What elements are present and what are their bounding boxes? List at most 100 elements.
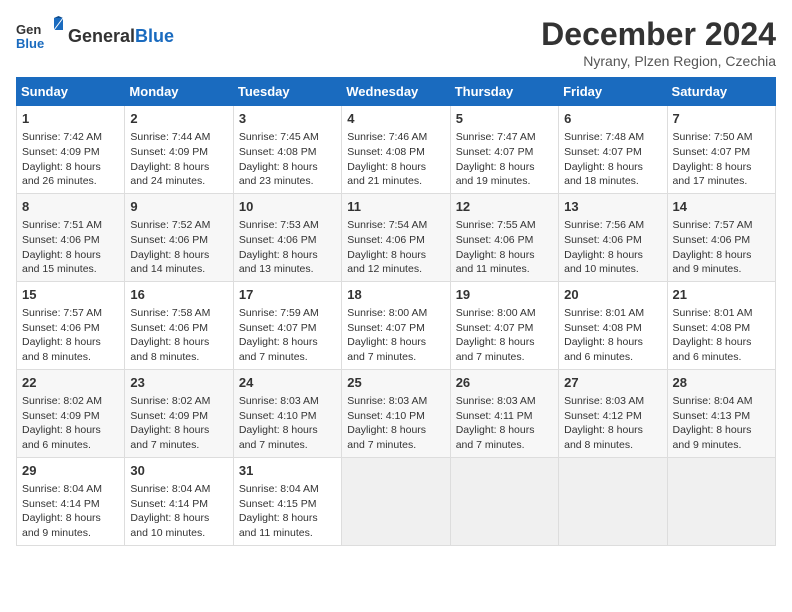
weekday-header: Monday: [125, 78, 233, 106]
calendar-day-cell: 17 Sunrise: 7:59 AMSunset: 4:07 PMDayligh…: [233, 281, 341, 369]
day-info-line: Sunset: 4:14 PM: [130, 497, 227, 512]
day-info-line: Sunset: 4:06 PM: [456, 233, 553, 248]
day-number: 17: [239, 286, 336, 304]
day-info-line: and 8 minutes.: [22, 350, 119, 365]
day-info-line: Sunset: 4:10 PM: [239, 409, 336, 424]
calendar-day-cell: 1Sunrise: 7:42 AMSunset: 4:09 PMDaylight…: [17, 106, 125, 194]
day-info-line: Daylight: 8 hours: [22, 335, 119, 350]
day-info-line: Sunrise: 7:55 AM: [456, 218, 553, 233]
day-number: 12: [456, 198, 553, 216]
calendar-day-cell: 14Sunrise: 7:57 AMSunset: 4:06 PMDayligh…: [667, 193, 775, 281]
day-info-line: Daylight: 8 hours: [239, 423, 336, 438]
day-info-line: Sunset: 4:07 PM: [564, 145, 661, 160]
day-info-line: Daylight: 8 hours: [239, 248, 336, 263]
calendar-day-cell: 16Sunrise: 7:58 AMSunset: 4:06 PMDayligh…: [125, 281, 233, 369]
day-info-line: Sunrise: 8:04 AM: [22, 482, 119, 497]
day-number: 31: [239, 462, 336, 480]
day-info-line: Sunset: 4:07 PM: [239, 321, 336, 336]
calendar-day-cell: 19Sunrise: 8:00 AMSunset: 4:07 PMDayligh…: [450, 281, 558, 369]
weekday-header: Tuesday: [233, 78, 341, 106]
day-info-line: Daylight: 8 hours: [564, 160, 661, 175]
day-info-line: Sunset: 4:08 PM: [347, 145, 444, 160]
day-info-line: Daylight: 8 hours: [673, 335, 770, 350]
day-info-line: and 7 minutes.: [347, 438, 444, 453]
day-info-line: and 6 minutes.: [673, 350, 770, 365]
day-info-line: Daylight: 8 hours: [347, 248, 444, 263]
day-info-line: Sunset: 4:08 PM: [564, 321, 661, 336]
day-info-line: Sunset: 4:06 PM: [239, 233, 336, 248]
day-info-line: and 7 minutes.: [239, 350, 336, 365]
day-info-line: and 18 minutes.: [564, 174, 661, 189]
day-info-line: Sunrise: 7:45 AM: [239, 130, 336, 145]
calendar-day-cell: 30Sunrise: 8:04 AMSunset: 4:14 PMDayligh…: [125, 457, 233, 545]
day-info-line: Daylight: 8 hours: [456, 248, 553, 263]
calendar-day-cell: 18Sunrise: 8:00 AMSunset: 4:07 PMDayligh…: [342, 281, 450, 369]
day-info-line: Daylight: 8 hours: [239, 335, 336, 350]
calendar-week-row: 15Sunrise: 7:57 AMSunset: 4:06 PMDayligh…: [17, 281, 776, 369]
day-number: 5: [456, 110, 553, 128]
day-info-line: Sunset: 4:06 PM: [130, 233, 227, 248]
day-info-line: Daylight: 8 hours: [347, 423, 444, 438]
day-number: 14: [673, 198, 770, 216]
title-area: December 2024 Nyrany, Plzen Region, Czec…: [541, 16, 776, 69]
day-number: 7: [673, 110, 770, 128]
day-info-line: Sunrise: 7:51 AM: [22, 218, 119, 233]
day-number: 9: [130, 198, 227, 216]
day-info-line: Sunset: 4:06 PM: [347, 233, 444, 248]
calendar-day-cell: 28Sunrise: 8:04 AMSunset: 4:13 PMDayligh…: [667, 369, 775, 457]
day-info-line: Sunrise: 8:00 AM: [456, 306, 553, 321]
day-info-line: Sunrise: 8:04 AM: [239, 482, 336, 497]
day-number: 11: [347, 198, 444, 216]
calendar-day-cell: 27Sunrise: 8:03 AMSunset: 4:12 PMDayligh…: [559, 369, 667, 457]
svg-text:Blue: Blue: [16, 36, 44, 51]
day-info-line: Daylight: 8 hours: [564, 335, 661, 350]
day-info-line: Sunrise: 8:03 AM: [456, 394, 553, 409]
calendar-day-cell: 8Sunrise: 7:51 AMSunset: 4:06 PMDaylight…: [17, 193, 125, 281]
day-info-line: Sunrise: 8:01 AM: [673, 306, 770, 321]
day-info-line: and 8 minutes.: [130, 350, 227, 365]
day-info-line: Daylight: 8 hours: [130, 335, 227, 350]
calendar-day-cell: 22Sunrise: 8:02 AMSunset: 4:09 PMDayligh…: [17, 369, 125, 457]
day-info-line: Daylight: 8 hours: [130, 248, 227, 263]
day-number: 15: [22, 286, 119, 304]
day-info-line: Sunrise: 7:44 AM: [130, 130, 227, 145]
day-info-line: Sunrise: 8:03 AM: [347, 394, 444, 409]
calendar-table: SundayMondayTuesdayWednesdayThursdayFrid…: [16, 77, 776, 546]
day-info-line: Sunset: 4:06 PM: [22, 233, 119, 248]
day-number: 20: [564, 286, 661, 304]
calendar-header: SundayMondayTuesdayWednesdayThursdayFrid…: [17, 78, 776, 106]
calendar-day-cell: 7Sunrise: 7:50 AMSunset: 4:07 PMDaylight…: [667, 106, 775, 194]
calendar-day-cell: [667, 457, 775, 545]
day-info-line: Daylight: 8 hours: [130, 160, 227, 175]
day-info-line: and 10 minutes.: [564, 262, 661, 277]
calendar-day-cell: 13Sunrise: 7:56 AMSunset: 4:06 PMDayligh…: [559, 193, 667, 281]
calendar-day-cell: 15Sunrise: 7:57 AMSunset: 4:06 PMDayligh…: [17, 281, 125, 369]
day-info-line: Sunrise: 7:59 AM: [239, 306, 336, 321]
logo-general: General: [68, 26, 135, 46]
weekday-header: Sunday: [17, 78, 125, 106]
calendar-day-cell: 11 Sunrise: 7:54 AMSunset: 4:06 PMDayligh…: [342, 193, 450, 281]
day-number: 22: [22, 374, 119, 392]
day-info-line: Sunrise: 8:04 AM: [673, 394, 770, 409]
day-number: 4: [347, 110, 444, 128]
day-info-line: Daylight: 8 hours: [347, 335, 444, 350]
day-info-line: Sunrise: 8:02 AM: [22, 394, 119, 409]
day-info-line: Sunset: 4:08 PM: [673, 321, 770, 336]
calendar-day-cell: 5Sunrise: 7:47 AMSunset: 4:07 PMDaylight…: [450, 106, 558, 194]
calendar-day-cell: [559, 457, 667, 545]
day-info-line: Sunrise: 7:54 AM: [347, 218, 444, 233]
day-info-line: Daylight: 8 hours: [239, 160, 336, 175]
location-subtitle: Nyrany, Plzen Region, Czechia: [541, 53, 776, 69]
day-info-line: and 11 minutes.: [239, 526, 336, 541]
weekday-header: Thursday: [450, 78, 558, 106]
logo: Gen Blue General Blue: [16, 16, 174, 56]
day-info-line: and 9 minutes.: [673, 262, 770, 277]
day-info-line: and 15 minutes.: [22, 262, 119, 277]
calendar-week-row: 22 Sunrise: 8:02 AM Sunset: 4:09 PM Dayligh…: [17, 369, 776, 457]
day-info-line: Sunset: 4:10 PM: [347, 409, 444, 424]
logo-svg: Gen Blue: [16, 16, 64, 56]
weekday-header: Friday: [559, 78, 667, 106]
day-info-line: and 24 minutes.: [130, 174, 227, 189]
day-info-line: Sunset: 4:09 PM: [130, 409, 227, 424]
day-info-line: and 6 minutes.: [564, 350, 661, 365]
